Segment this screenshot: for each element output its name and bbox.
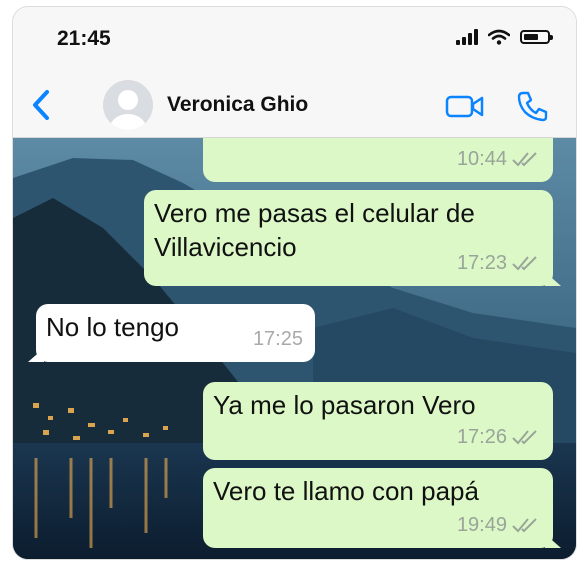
video-call-icon[interactable] [445,91,485,121]
status-icons [456,29,553,45]
message-time: 17:25 [252,328,303,350]
back-chevron-icon[interactable] [27,87,57,123]
phone-screen: 21:45 Veronica Ghio 10:44 Vero me pasas … [12,6,577,560]
message-time: 10:44 [456,148,507,170]
bubble-tail [545,272,561,286]
battery-icon [520,30,553,44]
chat-header: Veronica Ghio [13,73,576,138]
message-text: No lo tengo [46,312,179,342]
message-meta: 17:23 [457,246,541,280]
double-check-icon [512,256,537,271]
message-bubble-outgoing[interactable]: 10:44 [203,138,553,182]
phone-call-icon[interactable] [516,89,550,123]
message-meta: 17:26 [457,420,541,454]
message-time: 17:23 [456,252,507,274]
avatar[interactable] [103,80,153,130]
double-check-icon [512,430,537,445]
message-bubble-incoming[interactable]: No lo tengo 17:25 [28,304,315,362]
message-meta: 19:49 [457,508,541,542]
message-time: 19:49 [456,514,507,536]
double-check-icon [512,152,537,167]
wifi-icon [488,29,510,45]
status-bar: 21:45 [13,7,576,73]
signal-icon [456,29,478,45]
message-bubble-outgoing[interactable]: Vero te llamo con papá 19:49 [203,468,561,548]
chat-area[interactable]: 10:44 Vero me pasas el celular de Villav… [13,138,576,559]
message-meta: 10:44 [457,142,541,176]
message-bubble-outgoing[interactable]: Ya me lo pasaron Vero 17:26 [203,382,553,460]
message-text: Vero te llamo con papá [213,476,479,506]
bubble-tail [545,534,561,548]
contact-name[interactable]: Veronica Ghio [167,93,308,117]
double-check-icon [512,518,537,533]
message-meta: 17:25 [253,322,303,356]
message-time: 17:26 [456,426,507,448]
message-bubble-outgoing[interactable]: Vero me pasas el celular de Villavicenci… [144,190,561,286]
avatar-placeholder-icon [110,90,146,130]
status-time: 21:45 [57,27,111,50]
message-text: Ya me lo pasaron Vero [213,390,476,420]
message-text: Vero me pasas el celular de Villavicenci… [154,198,475,262]
bubble-tail [28,348,44,362]
